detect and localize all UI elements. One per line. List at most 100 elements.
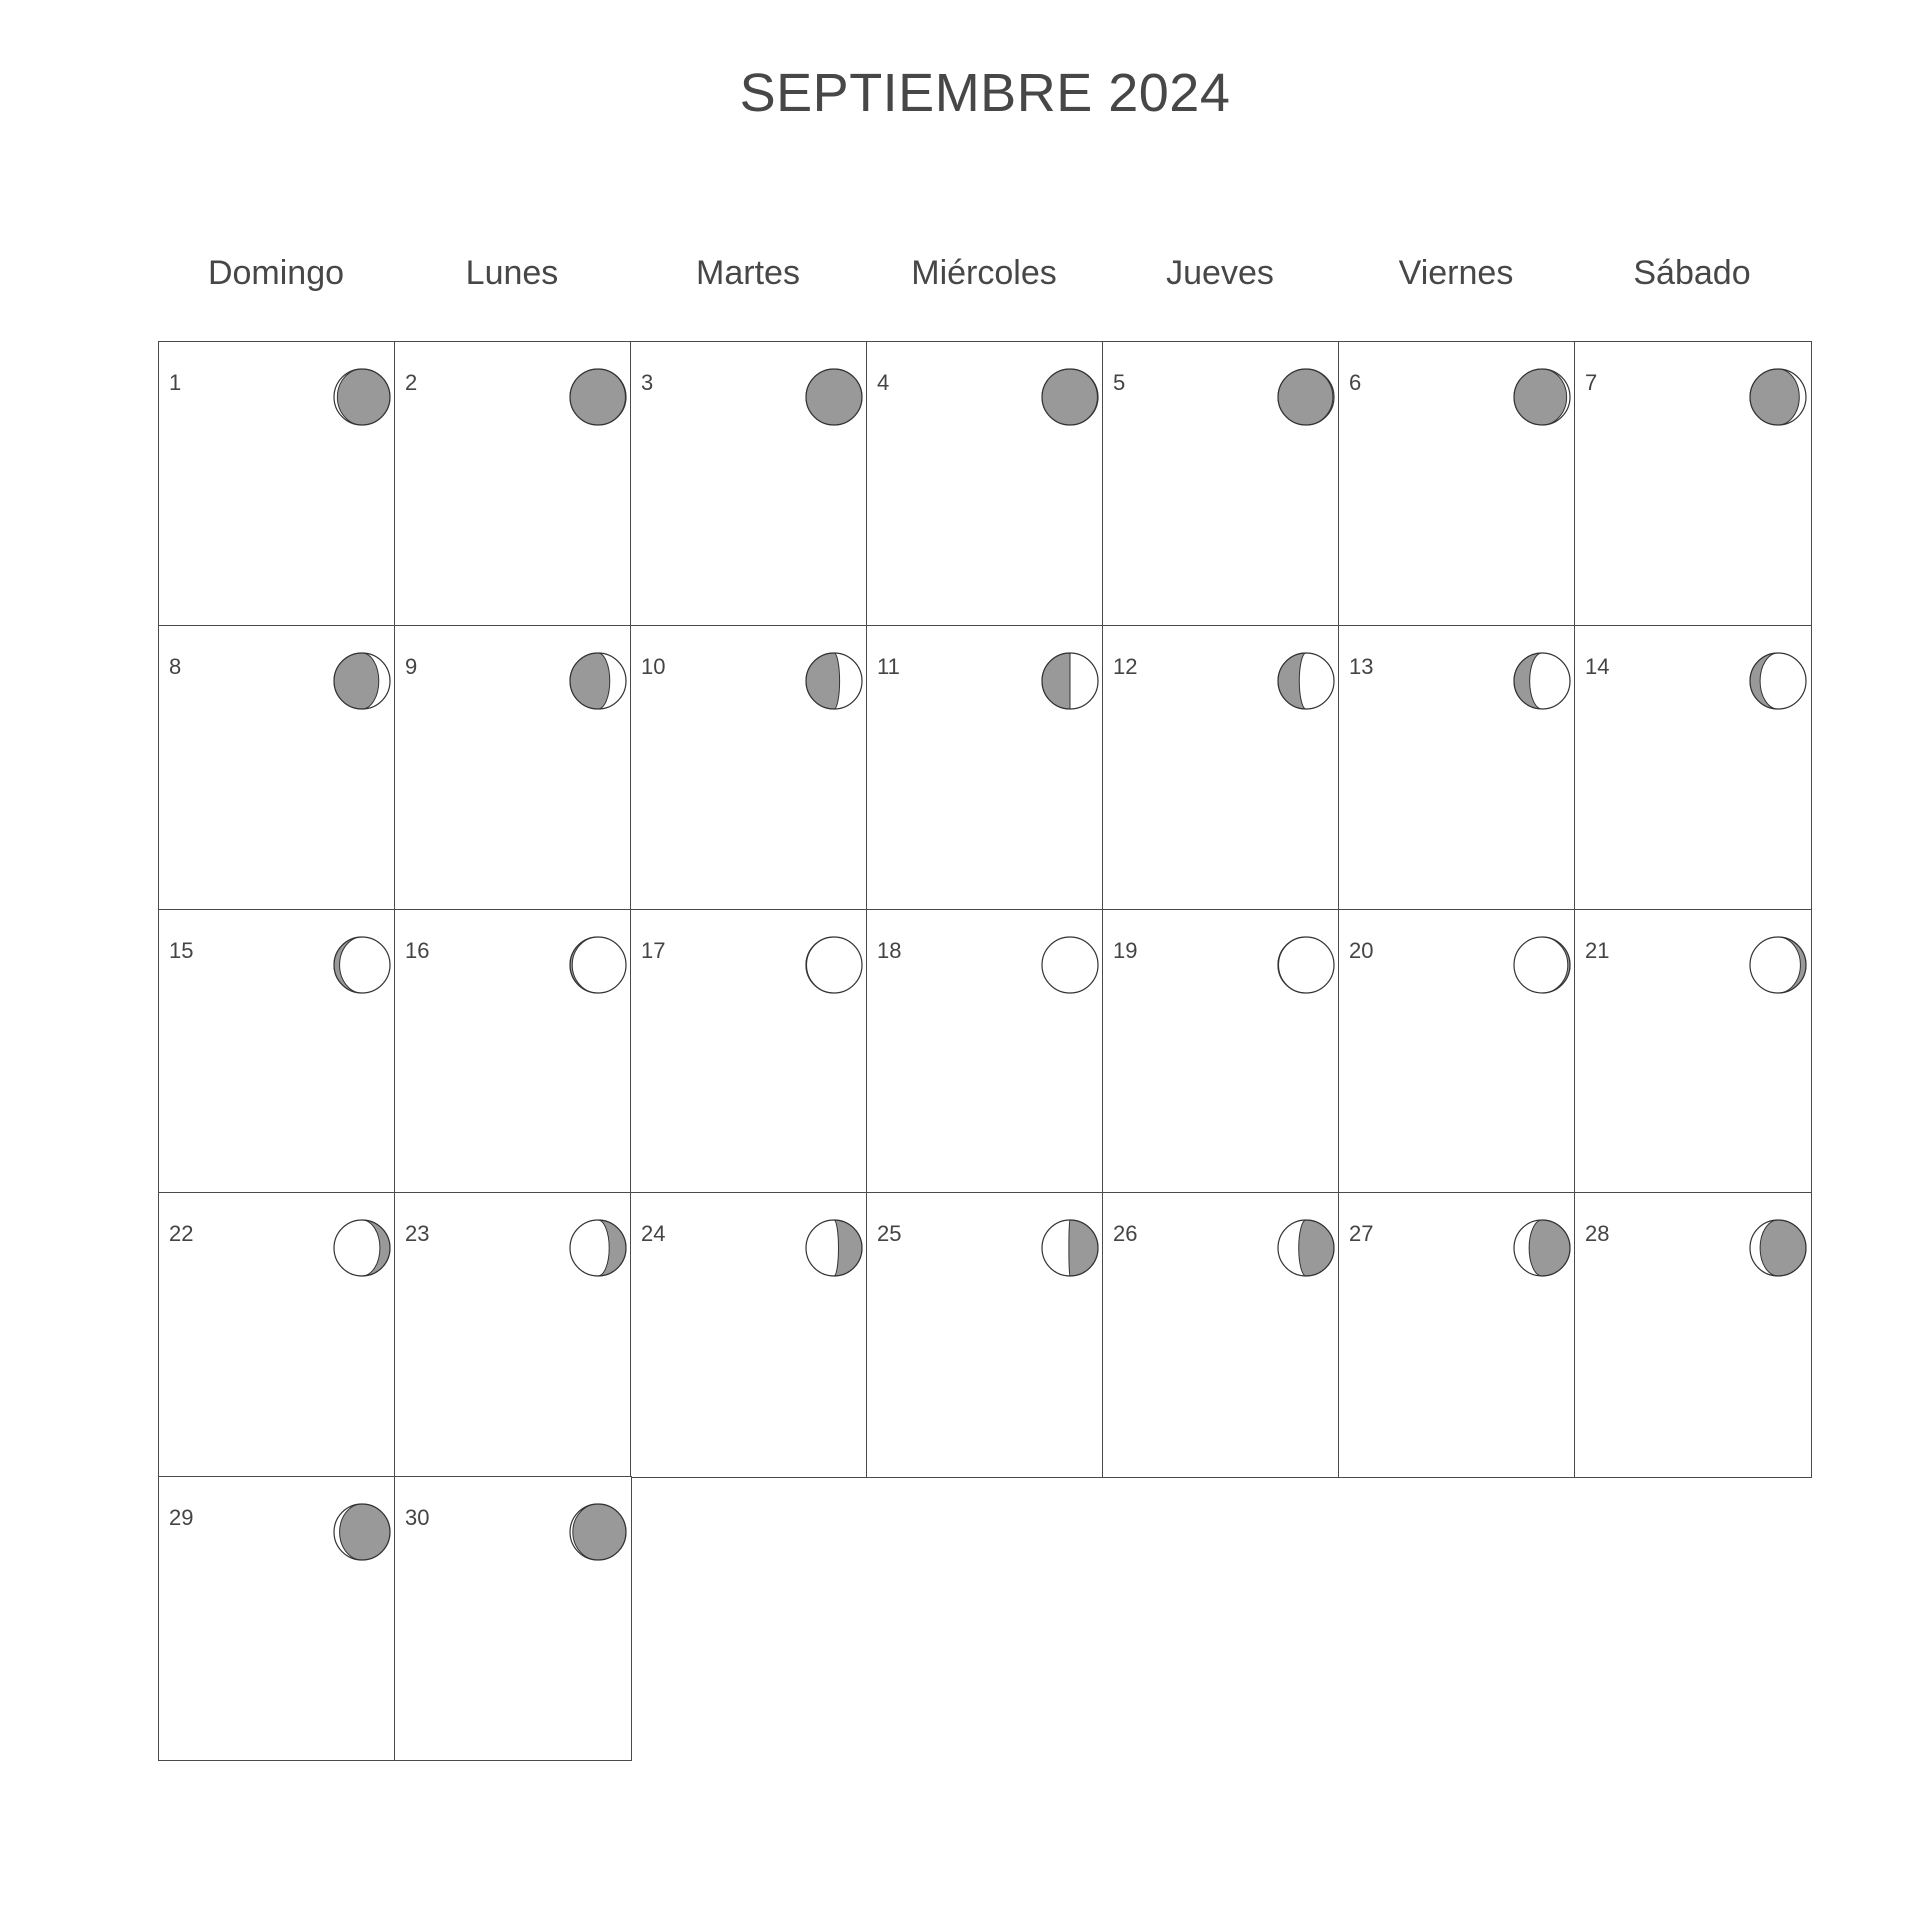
moon-phase-icon <box>568 1503 627 1561</box>
moon-phase-icon <box>332 652 391 710</box>
day-number: 18 <box>877 937 902 963</box>
moon-phase-icon <box>1748 1219 1807 1277</box>
day-cell[interactable]: 14 <box>1574 624 1812 911</box>
moon-phase-icon <box>1276 652 1335 710</box>
moon-phase-icon <box>568 935 627 994</box>
weekday-header-wednesday: Miércoles <box>911 254 1057 292</box>
moon-shadow <box>805 652 840 710</box>
day-number: 30 <box>405 1505 430 1531</box>
day-cell[interactable]: 3 <box>630 341 868 627</box>
day-number: 28 <box>1585 1221 1610 1247</box>
moon-shadow <box>333 652 379 710</box>
day-cell[interactable]: 17 <box>630 908 868 1194</box>
calendar-grid: 1 2 3 4 5 6 7 8 9 10 11 12 13 14 15 16 17 18 19 20 21 22 23 24 2… <box>158 341 1812 1762</box>
day-cell[interactable]: 8 <box>158 624 396 911</box>
day-cell[interactable]: 24 <box>630 1192 868 1478</box>
day-cell[interactable]: 1 <box>158 341 396 627</box>
day-cell[interactable]: 16 <box>394 908 632 1194</box>
day-number: 9 <box>405 653 418 679</box>
day-cell[interactable]: 4 <box>866 341 1104 627</box>
moon-phase-icon <box>1512 935 1571 994</box>
moon-phase-icon <box>1512 1219 1571 1277</box>
moon-shadow <box>569 652 610 710</box>
day-number: 16 <box>405 937 430 963</box>
weekday-header-monday: Lunes <box>465 254 559 292</box>
day-cell[interactable]: 30 <box>394 1476 632 1762</box>
moon-shadow <box>1067 1219 1098 1277</box>
weekday-header-saturday: Sábado <box>1633 254 1751 292</box>
day-cell[interactable]: 6 <box>1338 341 1576 627</box>
day-number: 21 <box>1585 937 1610 963</box>
day-number: 17 <box>641 937 666 963</box>
moon-phase-icon <box>1040 652 1099 710</box>
day-cell[interactable]: 2 <box>394 341 632 627</box>
weekday-header-thursday: Jueves <box>1166 254 1274 292</box>
day-number: 24 <box>641 1221 666 1247</box>
day-cell[interactable]: 7 <box>1574 341 1812 627</box>
moon-shadow <box>833 1219 862 1277</box>
day-cell[interactable]: 13 <box>1338 624 1576 911</box>
day-number: 6 <box>1349 370 1362 395</box>
day-number: 5 <box>1113 370 1126 395</box>
day-number: 20 <box>1349 937 1374 963</box>
day-number: 25 <box>877 1221 902 1247</box>
day-number: 27 <box>1349 1221 1374 1247</box>
day-cell[interactable]: 15 <box>158 908 396 1194</box>
moon-phase-icon <box>1748 652 1807 710</box>
day-number: 7 <box>1585 370 1598 395</box>
day-number: 3 <box>641 370 654 395</box>
day-cell[interactable]: 21 <box>1574 908 1812 1194</box>
day-number: 19 <box>1113 937 1138 963</box>
day-cell[interactable]: 27 <box>1338 1192 1576 1478</box>
moon-shadow <box>1041 652 1070 710</box>
day-number: 12 <box>1113 653 1138 679</box>
moon-phase-icon <box>1276 935 1335 994</box>
day-number: 15 <box>169 937 194 963</box>
day-cell[interactable]: 12 <box>1102 624 1340 911</box>
moon-phase-icon <box>804 1219 863 1277</box>
day-cell[interactable]: 20 <box>1338 908 1576 1194</box>
moon-phase-icon <box>1040 1219 1099 1277</box>
moon-phase-icon <box>1748 935 1807 994</box>
day-number: 14 <box>1585 653 1610 679</box>
day-cell[interactable]: 10 <box>630 624 868 911</box>
day-number: 11 <box>877 653 900 679</box>
day-cell[interactable]: 11 <box>866 624 1104 911</box>
moon-phase-icon <box>804 652 863 710</box>
day-number: 29 <box>169 1505 194 1531</box>
day-number: 2 <box>405 370 418 395</box>
moon-phase-icon <box>1276 1219 1335 1277</box>
weekday-header-tuesday: Martes <box>696 254 800 292</box>
day-cell[interactable]: 9 <box>394 624 632 911</box>
day-cell[interactable]: 26 <box>1102 1192 1340 1478</box>
moon-phase-icon <box>568 368 627 426</box>
moon-phase-icon <box>804 368 863 426</box>
moon-shadow <box>1297 1219 1334 1277</box>
day-cell[interactable]: 25 <box>866 1192 1104 1478</box>
day-cell[interactable]: 28 <box>1574 1192 1812 1478</box>
moon-phase-icon <box>1040 368 1099 426</box>
day-number: 13 <box>1349 653 1374 679</box>
day-number: 10 <box>641 653 666 679</box>
moon-phase-icon <box>332 1219 391 1277</box>
day-cell[interactable]: 19 <box>1102 908 1340 1194</box>
weekday-header-row: Domingo Lunes Martes Miércoles Jueves Vi… <box>158 250 1810 300</box>
day-number: 22 <box>169 1221 194 1247</box>
moon-phase-icon <box>568 652 627 710</box>
moon-phase-icon <box>1276 368 1335 426</box>
day-cell[interactable]: 23 <box>394 1192 632 1478</box>
day-cell[interactable]: 22 <box>158 1192 396 1478</box>
day-number: 26 <box>1113 1221 1138 1247</box>
moon-phase-icon <box>1748 368 1807 426</box>
day-number: 23 <box>405 1221 430 1247</box>
weekday-header-friday: Viernes <box>1398 254 1514 292</box>
moon-phase-icon <box>1512 652 1571 710</box>
moon-shadow <box>1528 1219 1570 1277</box>
day-cell[interactable]: 29 <box>158 1476 396 1762</box>
day-cell[interactable]: 5 <box>1102 341 1340 627</box>
moon-phase-icon <box>332 1503 391 1561</box>
calendar-title: SEPTIEMBRE 2024 <box>739 63 1231 123</box>
moon-phase-icon <box>568 1219 627 1277</box>
day-cell[interactable]: 18 <box>866 908 1104 1194</box>
moon-phase-icon <box>1512 368 1571 426</box>
